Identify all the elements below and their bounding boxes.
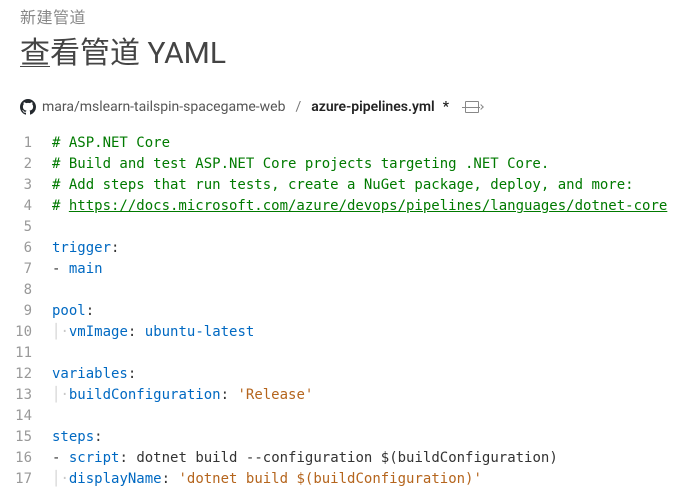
- code-line: 5: [0, 217, 696, 238]
- page-title-rest: 看管道 YAML: [50, 36, 226, 71]
- yaml-string: 'dotnet build $(buildConfiguration)': [178, 471, 481, 487]
- line-number: 7: [0, 259, 48, 280]
- yaml-value: ubuntu-latest: [145, 324, 255, 340]
- line-number: 16: [0, 448, 48, 469]
- code-line: 7- main: [0, 259, 696, 280]
- line-number: 15: [0, 427, 48, 448]
- code-line: 3# Add steps that run tests, create a Nu…: [0, 175, 696, 196]
- line-number: 10: [0, 322, 48, 343]
- code-line: 13│·buildConfiguration: 'Release': [0, 385, 696, 406]
- yaml-key: script: [69, 450, 120, 466]
- breadcrumb-file[interactable]: azure-pipelines.yml: [311, 99, 434, 115]
- yaml-key: variables: [52, 366, 128, 382]
- breadcrumb: mara/mslearn-tailspin-spacegame-web / az…: [0, 83, 696, 133]
- breadcrumb-separator: /: [291, 99, 305, 115]
- yaml-string: 'Release': [237, 387, 313, 403]
- line-number: 4: [0, 196, 48, 217]
- code-line: 14: [0, 406, 696, 427]
- code-line: 12variables:: [0, 364, 696, 385]
- yaml-value: main: [69, 261, 103, 277]
- context-label: 新建管道: [0, 0, 696, 28]
- breadcrumb-repo[interactable]: mara/mslearn-tailspin-spacegame-web: [42, 99, 285, 115]
- yaml-key: vmImage: [69, 324, 128, 340]
- line-number: 1: [0, 133, 48, 154]
- page-title: 查看管道 YAML: [20, 28, 676, 72]
- page-header: 查看管道 YAML: [0, 28, 696, 83]
- comment-text: # Build and test ASP.NET Core projects t…: [52, 156, 549, 172]
- code-editor[interactable]: 1# ASP.NET Core 2# Build and test ASP.NE…: [0, 133, 696, 490]
- code-line: 4# https://docs.microsoft.com/azure/devo…: [0, 196, 696, 217]
- comment-link[interactable]: https://docs.microsoft.com/azure/devops/…: [69, 198, 667, 214]
- code-line: 6trigger:: [0, 238, 696, 259]
- line-number: 8: [0, 280, 48, 301]
- code-line: 2# Build and test ASP.NET Core projects …: [0, 154, 696, 175]
- code-line: 9pool:: [0, 301, 696, 322]
- yaml-key: buildConfiguration: [69, 387, 221, 403]
- line-number: 14: [0, 406, 48, 427]
- code-line: 17│·displayName: 'dotnet build $(buildCo…: [0, 469, 696, 490]
- line-number: 5: [0, 217, 48, 238]
- line-number: 13: [0, 385, 48, 406]
- github-icon: [20, 99, 36, 115]
- page-title-first-char: 查: [20, 36, 50, 71]
- line-number: 3: [0, 175, 48, 196]
- code-line: 15steps:: [0, 427, 696, 448]
- line-number: 11: [0, 343, 48, 364]
- yaml-key: steps: [52, 429, 94, 445]
- line-number: 2: [0, 154, 48, 175]
- comment-text: # ASP.NET Core: [52, 135, 170, 151]
- line-number: 6: [0, 238, 48, 259]
- yaml-key: displayName: [69, 471, 162, 487]
- line-number: 17: [0, 469, 48, 490]
- code-line: 11: [0, 343, 696, 364]
- dirty-indicator: *: [441, 99, 449, 115]
- comment-text: #: [52, 198, 69, 214]
- code-line: 10│·vmImage: ubuntu-latest: [0, 322, 696, 343]
- code-line: 1# ASP.NET Core: [0, 133, 696, 154]
- line-number: 12: [0, 364, 48, 385]
- code-line: 8: [0, 280, 696, 301]
- yaml-key: pool: [52, 303, 86, 319]
- expand-icon[interactable]: [465, 101, 479, 113]
- yaml-key: trigger: [52, 240, 111, 256]
- code-line: 16- script: dotnet build --configuration…: [0, 448, 696, 469]
- yaml-value: dotnet build --configuration $(buildConf…: [136, 450, 557, 466]
- comment-text: # Add steps that run tests, create a NuG…: [52, 177, 634, 193]
- line-number: 9: [0, 301, 48, 322]
